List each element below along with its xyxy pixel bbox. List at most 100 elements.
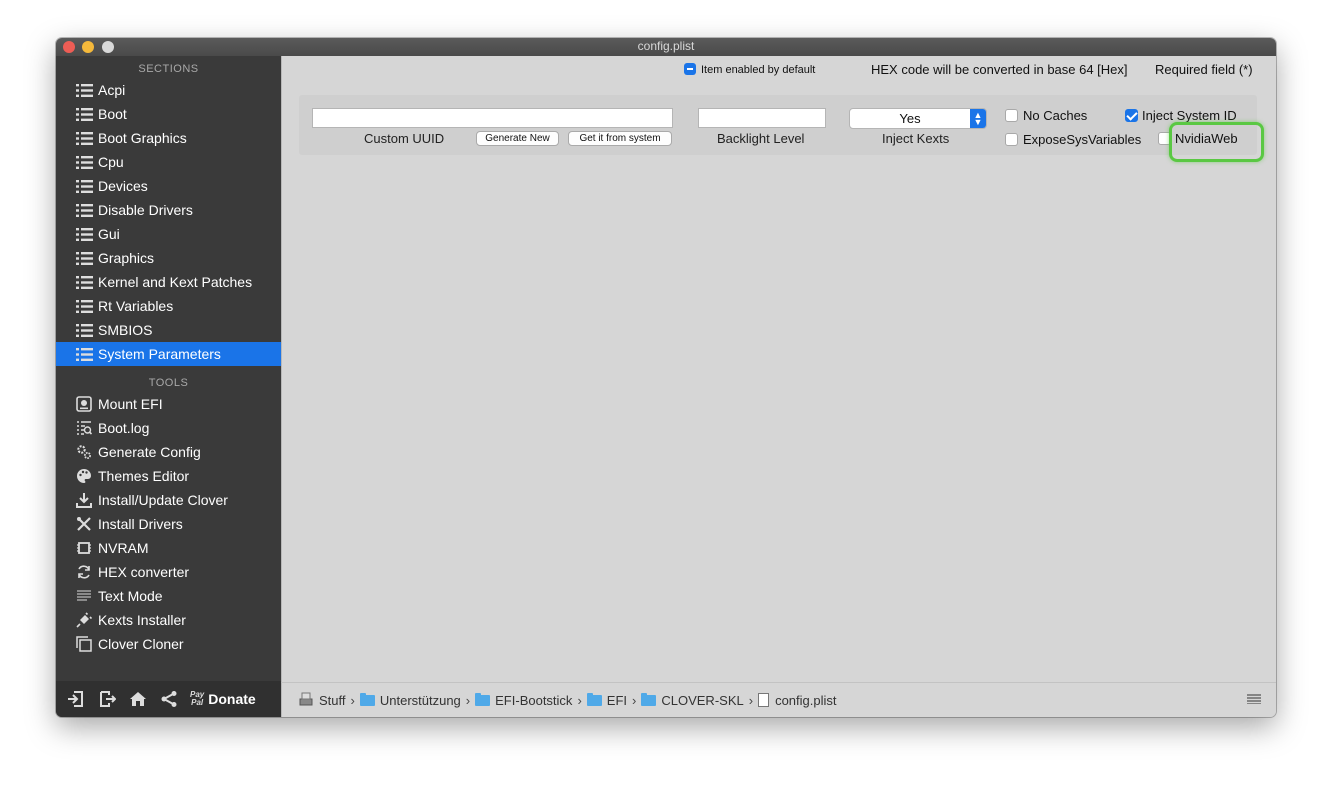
document-icon	[758, 693, 770, 707]
tool-item-install-update-clover[interactable]: Install/Update Clover	[56, 488, 281, 512]
inject-system-id-checkbox[interactable]	[1125, 109, 1138, 122]
path-separator: ›	[465, 692, 471, 708]
folder-icon	[475, 692, 491, 706]
tool-item-hex-converter[interactable]: HEX converter	[56, 560, 281, 584]
menu-lines-icon[interactable]	[1247, 694, 1261, 704]
no-caches-checkbox[interactable]	[1005, 109, 1018, 122]
share-icon[interactable]	[158, 688, 180, 710]
section-item-disable-drivers[interactable]: Disable Drivers	[56, 198, 281, 222]
list-icon	[75, 178, 93, 194]
list-icon	[75, 274, 93, 290]
clone-icon	[75, 636, 93, 652]
chip-icon	[75, 540, 93, 556]
list-icon	[75, 346, 93, 362]
section-item-label: Graphics	[98, 250, 155, 266]
app-window: config.plist SECTIONS Acpi Boot Boot Graph…	[56, 38, 1276, 717]
path-bar: Stuff › Unterstützung › EFI-Bootstick › EFI › CL…	[281, 682, 1276, 717]
inject-system-id-label: Inject System ID	[1142, 108, 1237, 123]
section-item-label: System Parameters	[98, 346, 221, 362]
section-item-acpi[interactable]: Acpi	[56, 78, 281, 102]
backlight-level-field[interactable]	[698, 108, 826, 128]
section-item-label: Cpu	[98, 154, 124, 170]
section-item-rt-variables[interactable]: Rt Variables	[56, 294, 281, 318]
section-item-boot-graphics[interactable]: Boot Graphics	[56, 126, 281, 150]
sections-header: SECTIONS	[138, 63, 199, 75]
section-item-cpu[interactable]: Cpu	[56, 150, 281, 174]
chevron-updown-icon: ▲ ▼	[970, 109, 986, 128]
tool-item-label: Boot.log	[98, 420, 150, 436]
download-icon	[75, 492, 93, 508]
section-item-label: Disable Drivers	[98, 202, 193, 218]
item-enabled-text: Item enabled by default	[701, 64, 816, 76]
section-item-graphics[interactable]: Graphics	[56, 246, 281, 270]
required-field-note: Required field (*)	[1155, 62, 1253, 77]
tool-item-boot-log[interactable]: Boot.log	[56, 416, 281, 440]
path-crumb[interactable]: CLOVER-SKL	[641, 692, 744, 708]
section-item-label: Boot Graphics	[98, 130, 187, 146]
section-item-label: Acpi	[98, 82, 126, 98]
import-icon[interactable]	[65, 688, 87, 710]
inject-kexts-select[interactable]: Yes ▲ ▼	[849, 108, 987, 129]
paypal-bottom-text: Pal	[191, 698, 204, 707]
path-separator: ›	[748, 692, 754, 708]
export-icon[interactable]	[96, 688, 118, 710]
list-icon	[75, 202, 93, 218]
list-icon	[75, 82, 93, 98]
list-icon	[75, 322, 93, 338]
tool-item-nvram[interactable]: NVRAM	[56, 536, 281, 560]
list-icon	[75, 130, 93, 146]
donate-label: Donate	[208, 691, 256, 707]
window-title: config.plist	[637, 39, 695, 53]
path-crumb[interactable]: Unterstützung	[359, 692, 461, 708]
list-icon	[75, 298, 93, 314]
tool-item-text-mode[interactable]: Text Mode	[56, 584, 281, 608]
tool-item-generate-config[interactable]: Generate Config	[56, 440, 281, 464]
path-crumb-label: CLOVER-SKL	[661, 692, 744, 708]
path-crumb[interactable]: Stuff	[299, 692, 346, 709]
path-crumb[interactable]: EFI-Bootstick	[475, 692, 573, 708]
tool-item-themes-editor[interactable]: Themes Editor	[56, 464, 281, 488]
path-crumb-label: config.plist	[775, 692, 837, 708]
section-item-system-parameters[interactable]: System Parameters	[56, 342, 281, 366]
home-icon[interactable]	[127, 688, 149, 710]
section-item-devices[interactable]: Devices	[56, 174, 281, 198]
list-icon	[75, 250, 93, 266]
gears-icon	[75, 444, 93, 460]
path-crumb-label: EFI-Bootstick	[495, 692, 573, 708]
tool-item-kexts-installer[interactable]: Kexts Installer	[56, 608, 281, 632]
folder-icon	[586, 692, 602, 706]
path-separator: ›	[577, 692, 582, 708]
path-crumb[interactable]: EFI	[586, 692, 628, 708]
section-item-smbios[interactable]: SMBIOS	[56, 318, 281, 342]
section-item-gui[interactable]: Gui	[56, 222, 281, 246]
system-parameters-panel: Custom UUID Generate New Get it from sys…	[299, 95, 1264, 162]
no-caches-label: No Caches	[1023, 108, 1088, 123]
tool-item-label: Install/Update Clover	[98, 492, 228, 508]
tool-item-clover-cloner[interactable]: Clover Cloner	[56, 632, 281, 656]
section-item-label: Boot	[98, 106, 127, 122]
section-item-label: Gui	[98, 226, 120, 242]
plug-icon	[75, 612, 93, 628]
drive-icon	[299, 692, 319, 709]
custom-uuid-field[interactable]	[312, 108, 673, 128]
disk-icon	[75, 396, 93, 412]
tool-item-mount-efi[interactable]: Mount EFI	[56, 392, 281, 416]
inject-kexts-label: Inject Kexts	[882, 131, 950, 146]
section-item-label: Devices	[98, 178, 148, 194]
tool-item-install-drivers[interactable]: Install Drivers	[56, 512, 281, 536]
generate-new-button[interactable]: Generate New	[476, 131, 559, 146]
donate-button[interactable]: Pay Pal Donate	[190, 691, 256, 708]
section-item-label: SMBIOS	[98, 322, 153, 338]
section-item-boot[interactable]: Boot	[56, 102, 281, 126]
title-bar: config.plist	[56, 38, 1276, 56]
list-icon	[75, 226, 93, 242]
get-from-system-button[interactable]: Get it from system	[568, 131, 672, 146]
section-item-kernel-and-kext-patches[interactable]: Kernel and Kext Patches	[56, 270, 281, 294]
path-crumb[interactable]: config.plist	[758, 692, 837, 708]
section-item-label: Kernel and Kext Patches	[98, 274, 253, 290]
list-icon	[75, 106, 93, 122]
tool-item-label: HEX converter	[98, 564, 190, 580]
tool-item-label: Text Mode	[98, 588, 163, 604]
path-crumb-label: EFI	[606, 692, 628, 708]
expose-sys-variables-checkbox[interactable]	[1005, 133, 1018, 146]
